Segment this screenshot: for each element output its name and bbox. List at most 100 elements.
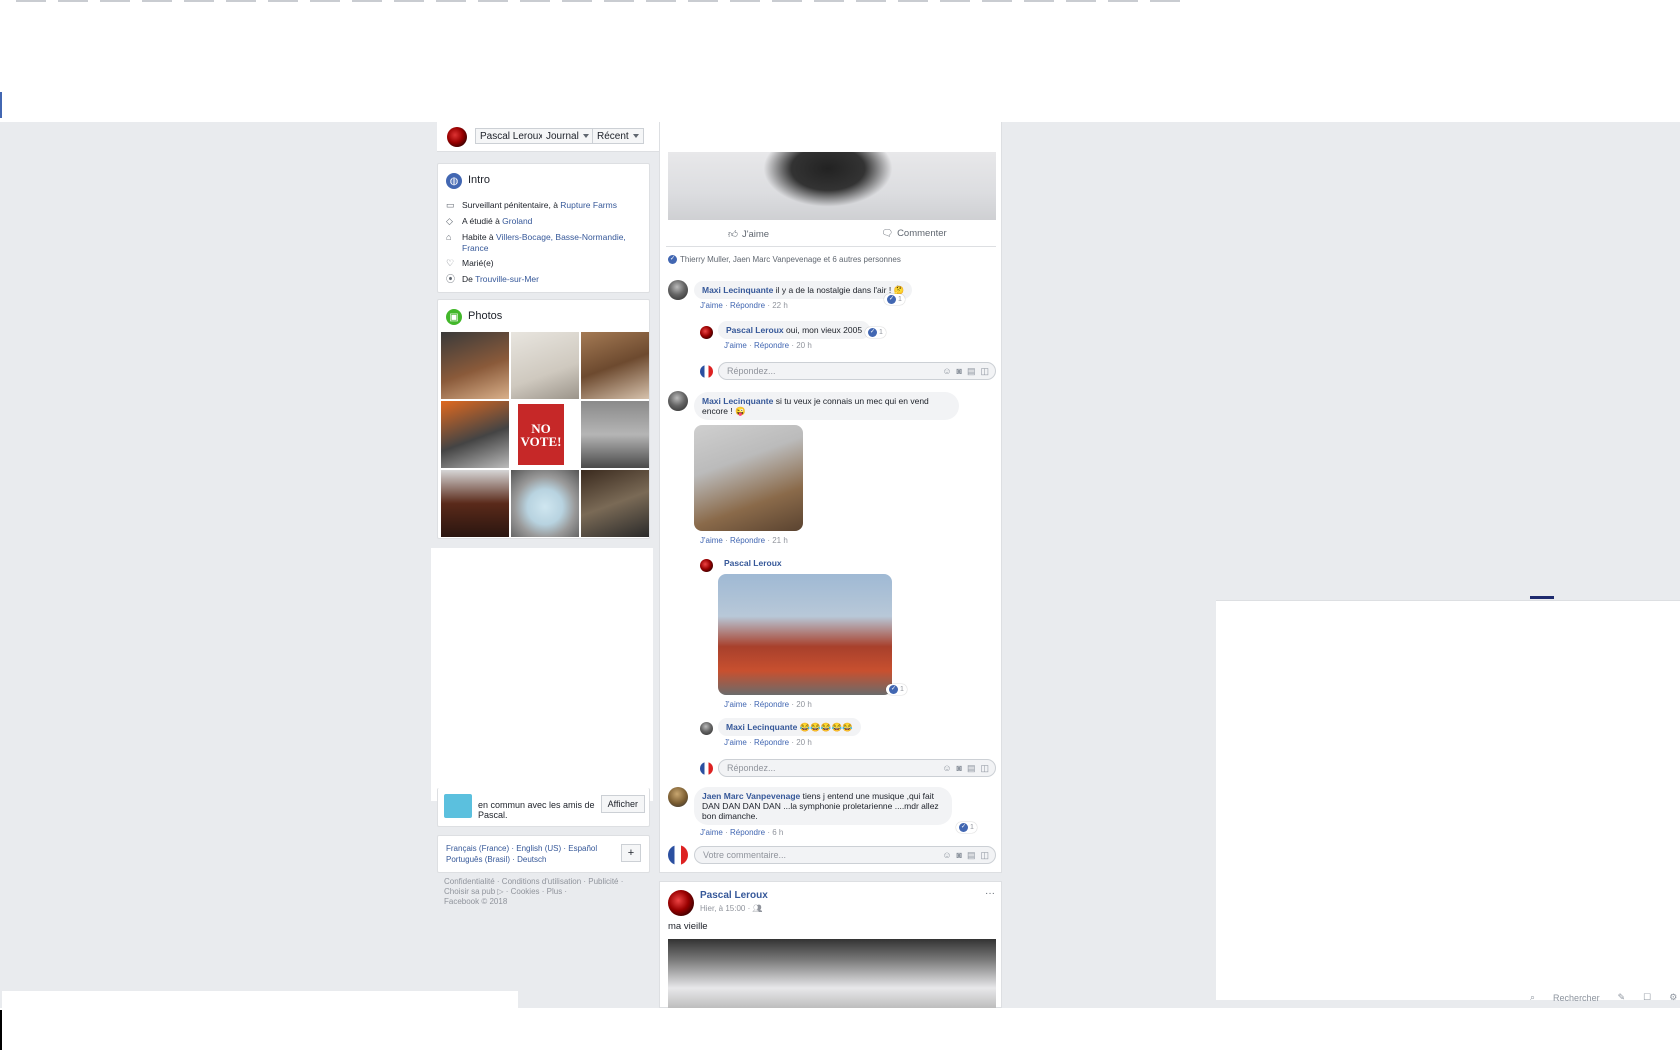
comment-meta: J'aime · Répondre · 20 h [724,700,812,709]
comment-like-link[interactable]: J'aime [700,536,723,545]
emoji-icon[interactable]: ☺ [942,850,951,861]
photo-thumbnail[interactable] [441,332,509,399]
sticker-icon[interactable]: ◫ [980,366,989,377]
edit-icon[interactable]: ✎ [1618,992,1626,1003]
comment-icon: 🗨︎ [881,228,894,239]
comment-image[interactable] [694,425,803,531]
bottom-edge [0,1010,2,1050]
recent-dropdown[interactable]: Récent [592,128,644,144]
reply-input[interactable]: Répondez... ☺ ◙ ▤ ◫ [718,759,996,777]
comment-like-link[interactable]: J'aime [724,341,747,350]
search-icon[interactable]: ⌕ [1530,992,1535,1003]
footer-copyright: Facebook © 2018 [444,897,508,906]
like-button[interactable]: 👍︎ J'aime [728,228,769,241]
avatar[interactable] [668,890,694,916]
comment-like-link[interactable]: J'aime [700,301,723,310]
left-accent [0,92,2,118]
photo-thumbnail[interactable] [581,470,649,537]
settings-icon[interactable]: ⚙ [1669,992,1677,1003]
tab-strip [16,0,1180,3]
camera-icon[interactable]: ◙ [957,850,962,861]
bottom-strip [0,1008,1680,1050]
comment-author[interactable]: Maxi Lecinquante [726,722,797,732]
sticker-icon[interactable]: ◫ [980,850,989,861]
photo-thumbnail[interactable] [581,401,649,468]
divider [666,246,996,247]
comment-author[interactable]: Maxi Lecinquante [702,396,773,406]
origin-link[interactable]: Trouville-sur-Mer [475,274,539,284]
camera-icon[interactable]: ◙ [957,366,962,377]
gif-icon[interactable]: ▤ [967,366,976,377]
camera-icon[interactable]: ◙ [957,763,962,774]
comment-like-count[interactable]: ✓ 1 [865,327,886,338]
avatar[interactable] [668,787,688,807]
avatar[interactable] [700,722,713,735]
add-language-button[interactable]: + [621,844,641,862]
emoji-icon[interactable]: ☺ [942,366,951,377]
chevron-down-icon [582,134,589,138]
avatar[interactable] [700,326,713,339]
language-links-1[interactable]: Français (France) · English (US) · Españ… [446,844,597,854]
comment-image[interactable] [718,574,892,695]
work-link[interactable]: Rupture Farms [560,200,617,210]
home-icon: ⌂ [446,232,452,242]
post-image[interactable] [668,939,996,1009]
right-search-label[interactable]: Rechercher [1553,993,1600,1003]
more-options-icon[interactable]: ··· [985,888,995,899]
comment-input[interactable]: Votre commentaire... ☺ ◙ ▤ ◫ [694,846,996,864]
comment-reply-link[interactable]: Répondre [754,700,789,709]
footer-links-2[interactable]: Choisir sa pub ▷ · Cookies · Plus · [444,887,567,897]
reply-input[interactable]: Répondez... ☺ ◙ ▤ ◫ [718,362,996,380]
comment-reply-link[interactable]: Répondre [730,536,765,545]
post-timestamp[interactable]: Hier, à 15:00 · 👥︎ [700,904,762,913]
comment-author[interactable]: Jaen Marc Vanpevenage [702,791,800,801]
photo-thumbnail[interactable] [581,332,649,399]
avatar[interactable] [447,127,467,147]
comment-like-count[interactable]: ✓ 1 [884,294,905,305]
post-image[interactable] [668,152,996,220]
comment-author[interactable]: Pascal Leroux [724,558,782,568]
comment-like-link[interactable]: J'aime [724,700,747,709]
comment-like-count[interactable]: ✓ 1 [956,822,977,833]
comment-like-count[interactable]: ✓ 1 [886,684,907,695]
comment-author[interactable]: Maxi Lecinquante [702,285,773,295]
show-button[interactable]: Afficher [600,795,645,813]
photo-thumbnail[interactable] [441,401,509,468]
emoji-icon[interactable]: ☺ [942,763,951,774]
avatar[interactable] [700,559,713,572]
photo-thumbnail[interactable] [441,470,509,537]
photo-thumbnail[interactable] [511,470,579,537]
photo-thumbnail[interactable] [511,332,579,399]
intro-row-education: ◇ A étudié à Groland [446,216,533,226]
education-link[interactable]: Groland [502,216,532,226]
poster-text: NO VOTE! [518,404,564,465]
sticker-icon[interactable]: ◫ [980,763,989,774]
journal-dropdown[interactable]: Journal [542,128,594,144]
photos-card: ▣ Photos NO VOTE! [437,299,650,539]
likers-line[interactable]: ✓ Thierry Muller, Jaen Marc Vanpevenage e… [668,255,901,264]
avatar[interactable] [668,391,688,411]
comment-reply-link[interactable]: Répondre [730,301,765,310]
intro-row-work: ▭ Surveillant pénitentaire, à Rupture Fa… [446,200,617,210]
language-links-2[interactable]: Português (Brasil) · Deutsch [446,855,546,865]
photos-title: Photos [468,310,503,322]
comment-button[interactable]: 🗨︎ Commenter [881,228,947,239]
friends-audience-icon[interactable]: 👥︎ [752,904,762,913]
intro-row-origin: ⦿ De Trouville-sur-Mer [446,274,539,284]
avatar[interactable] [668,280,688,300]
comment-reply-link[interactable]: Répondre [754,738,789,747]
right-panel [1216,600,1680,1000]
footer-links-1[interactable]: Confidentialité · Conditions d'utilisati… [444,877,623,887]
photo-thumbnail[interactable]: NO VOTE! [511,401,579,468]
post-author[interactable]: Pascal Leroux [700,890,768,901]
gif-icon[interactable]: ▤ [967,850,976,861]
avatar [700,762,713,775]
comment-like-link[interactable]: J'aime [700,828,723,837]
comment-author[interactable]: Pascal Leroux [726,325,784,335]
comment-reply-link[interactable]: Répondre [730,828,765,837]
comment-reply-link[interactable]: Répondre [754,341,789,350]
gif-icon[interactable]: ▤ [967,763,976,774]
compose-icon[interactable]: ☐ [1643,992,1651,1003]
profile-name-button[interactable]: Pascal Leroux [475,128,549,144]
comment-like-link[interactable]: J'aime [724,738,747,747]
